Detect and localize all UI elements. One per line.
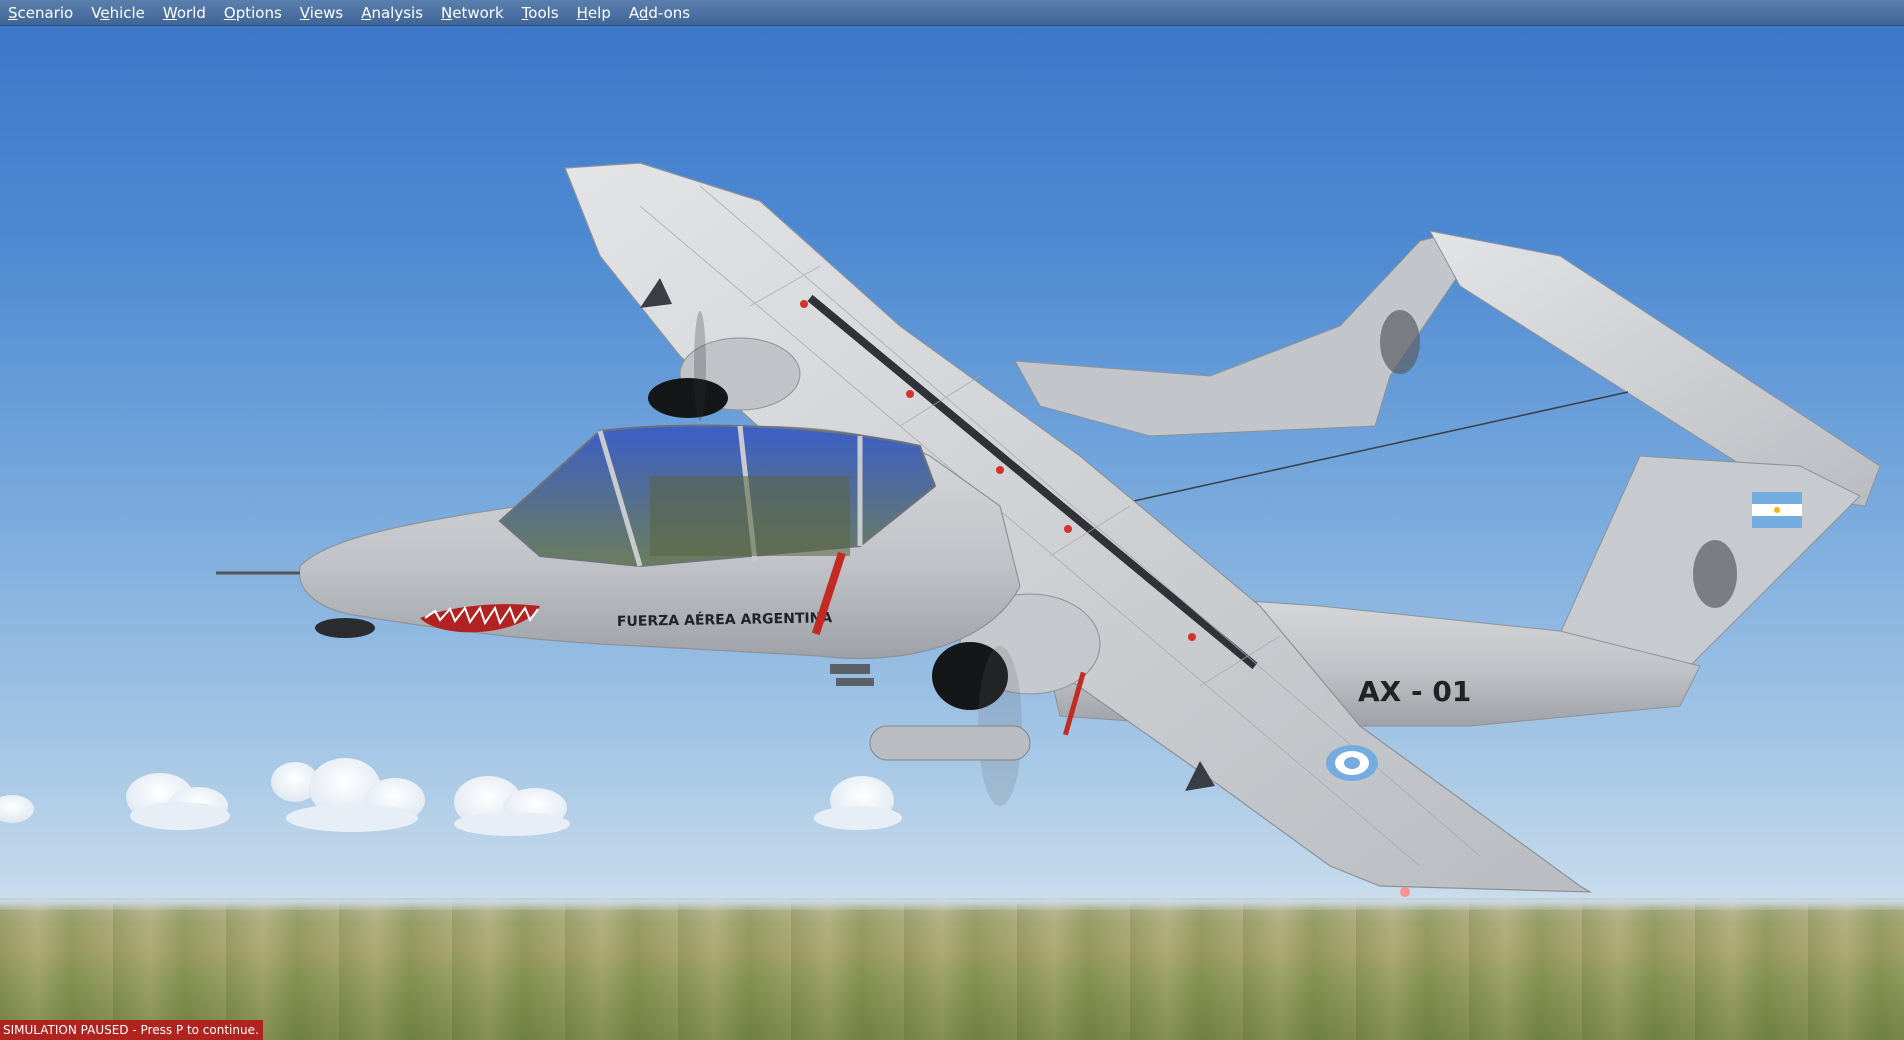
menu-views[interactable]: Views [291, 0, 352, 26]
spinner [648, 378, 728, 418]
cloud [271, 758, 425, 832]
cloud [454, 776, 570, 836]
menu-addons[interactable]: Add-ons [620, 0, 699, 26]
roundel-icon [1326, 745, 1378, 781]
cloud [126, 773, 230, 830]
menu-scenario[interactable]: Scenario [0, 0, 82, 26]
clouds [0, 758, 902, 836]
menu-tools[interactable]: Tools [513, 0, 568, 26]
menu-vehicle[interactable]: Vehicle [82, 0, 154, 26]
menu-bar: Scenario Vehicle World Options Views Ana… [0, 0, 1904, 26]
tail-emblem [1380, 310, 1420, 374]
menu-world[interactable]: World [154, 0, 215, 26]
cloud [0, 795, 34, 823]
simulation-paused-banner: SIMULATION PAUSED - Press P to continue. [0, 1020, 263, 1040]
3d-viewport[interactable]: AX - 01 FUERZA AÉREA ARGENTINA [0, 26, 1904, 1040]
menu-options[interactable]: Options [215, 0, 291, 26]
flight-simulator-window: Scenario Vehicle World Options Views Ana… [0, 0, 1904, 1040]
cloud [814, 776, 902, 830]
flag-icon [1752, 492, 1802, 528]
menu-help[interactable]: Help [568, 0, 620, 26]
scene-drawing: AX - 01 FUERZA AÉREA ARGENTINA [0, 162, 1881, 897]
menu-analysis[interactable]: Analysis [352, 0, 432, 26]
tail-code: AX - 01 [1358, 675, 1471, 708]
menu-network[interactable]: Network [432, 0, 513, 26]
tail-emblem [1693, 540, 1737, 608]
